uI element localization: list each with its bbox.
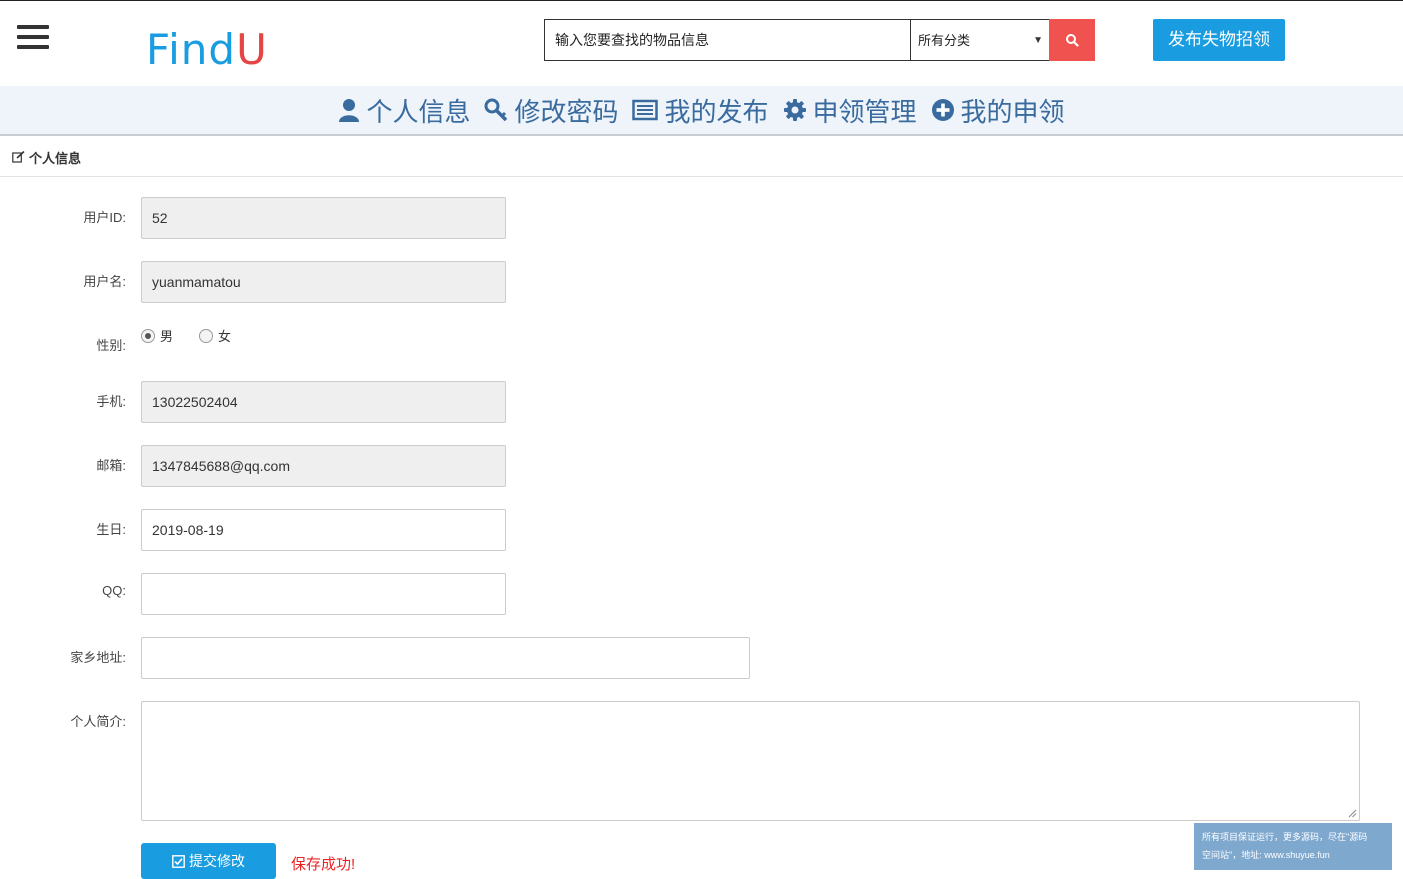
tab-claim-management[interactable]: 申领管理 xyxy=(783,92,917,129)
submit-button[interactable]: 提交修改 xyxy=(141,843,276,879)
tab-label: 我的申领 xyxy=(960,96,1065,127)
search-button[interactable] xyxy=(1049,19,1095,61)
search-icon xyxy=(1066,34,1079,47)
gender-label: 性别: xyxy=(96,338,126,353)
submit-label: 提交修改 xyxy=(189,853,245,869)
category-selected-value: 所有分类 xyxy=(918,33,971,48)
username-field[interactable]: yuanmamatou xyxy=(141,261,506,303)
notice-line-2: 空间站"，地址: www.shuyue.fun xyxy=(1202,850,1330,860)
check-square-icon xyxy=(172,854,185,868)
caret-down-icon: ▼ xyxy=(1033,35,1043,46)
edit-icon xyxy=(12,151,25,163)
gender-male-label: 男 xyxy=(160,329,174,344)
phone-field[interactable]: 13022502404 xyxy=(141,381,506,423)
key-icon xyxy=(484,98,508,122)
list-icon xyxy=(632,99,659,121)
gender-female-radio[interactable] xyxy=(199,328,214,343)
birthday-field[interactable]: 2019-08-19 xyxy=(141,509,506,551)
birthday-label: 生日: xyxy=(96,522,126,537)
logo-text-u: U xyxy=(236,25,268,74)
qq-field[interactable] xyxy=(141,573,506,615)
email-label: 邮箱: xyxy=(96,458,126,473)
category-select[interactable]: 所有分类 ▼ xyxy=(910,19,1050,61)
tab-label: 修改密码 xyxy=(514,96,619,127)
bio-label: 个人简介: xyxy=(70,714,126,729)
success-message: 保存成功! xyxy=(291,856,356,873)
source-notice: 所有项目保证运行，更多源码，尽在"源码 空间站"，地址: www.shuyue.… xyxy=(1194,823,1392,870)
email-field[interactable]: 1347845688@qq.com xyxy=(141,445,506,487)
gender-radio-group: 男 女 xyxy=(141,326,231,345)
user-icon xyxy=(339,99,360,122)
bio-textarea[interactable] xyxy=(141,701,1360,821)
qq-label: QQ: xyxy=(102,583,126,598)
tab-my-posts[interactable]: 我的发布 xyxy=(632,92,769,129)
search-input[interactable]: 输入您要查找的物品信息 xyxy=(544,19,911,61)
gender-female-label: 女 xyxy=(218,329,232,344)
phone-label: 手机: xyxy=(96,394,126,409)
section-title: 个人信息 xyxy=(29,150,82,166)
gender-male-radio[interactable] xyxy=(141,328,155,343)
tab-change-password[interactable]: 修改密码 xyxy=(484,92,618,129)
logo[interactable]: FindU xyxy=(146,23,268,77)
notice-line-1: 所有项目保证运行，更多源码，尽在"源码 xyxy=(1202,832,1368,842)
resize-handle-icon[interactable] xyxy=(1348,809,1357,818)
menu-icon[interactable] xyxy=(17,25,49,51)
user-id-label: 用户ID: xyxy=(83,210,126,225)
plus-circle-icon xyxy=(931,99,954,121)
gear-icon xyxy=(783,99,806,121)
publish-lost-found-button[interactable]: 发布失物招领 xyxy=(1153,19,1285,61)
user-id-field[interactable]: 52 xyxy=(141,197,506,239)
hometown-label: 家乡地址: xyxy=(70,650,126,665)
tab-label: 个人信息 xyxy=(366,96,471,127)
hometown-field[interactable] xyxy=(141,637,750,679)
tab-label: 我的发布 xyxy=(664,96,769,127)
section-header: 个人信息 xyxy=(0,138,1403,177)
username-label: 用户名: xyxy=(83,274,126,289)
tab-my-claims[interactable]: 我的申领 xyxy=(931,92,1065,129)
top-header: FindU 输入您要查找的物品信息 所有分类 ▼ 发布失物招领 xyxy=(0,0,1403,86)
profile-nav: 个人信息 修改密码 我的发布 申领管理 我的申领 xyxy=(0,86,1403,136)
logo-text-find: Find xyxy=(146,25,237,74)
tab-label: 申领管理 xyxy=(812,96,917,127)
tab-personal-info[interactable]: 个人信息 xyxy=(338,92,470,129)
